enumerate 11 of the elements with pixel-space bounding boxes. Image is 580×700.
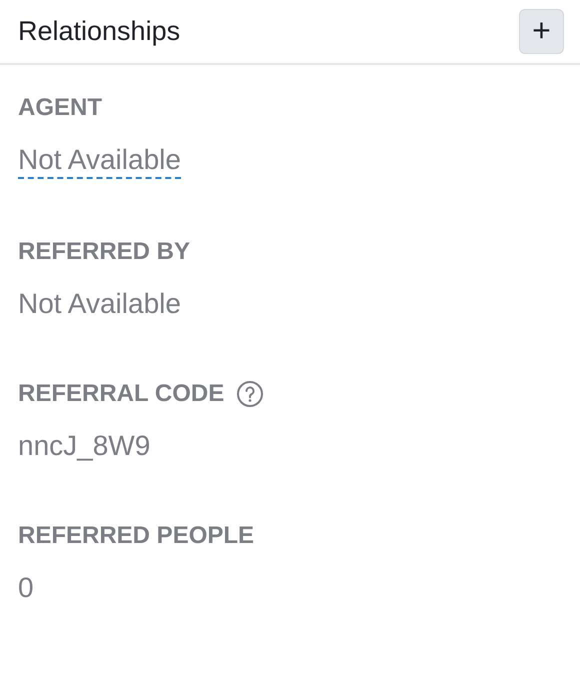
add-button[interactable]: + [519,9,564,54]
field-value-link[interactable]: Not Available [18,143,181,179]
field-label: REFERRAL CODE [18,379,224,409]
field-label: AGENT [18,93,102,123]
field-value: Not Available [18,287,181,321]
field-value: 0 [18,571,34,605]
field-label: REFERRED PEOPLE [18,521,254,551]
help-icon[interactable] [236,380,264,408]
field-label: REFERRED BY [18,237,190,267]
field-value: nncJ_8W9 [18,429,150,463]
panel-title: Relationships [18,15,180,48]
